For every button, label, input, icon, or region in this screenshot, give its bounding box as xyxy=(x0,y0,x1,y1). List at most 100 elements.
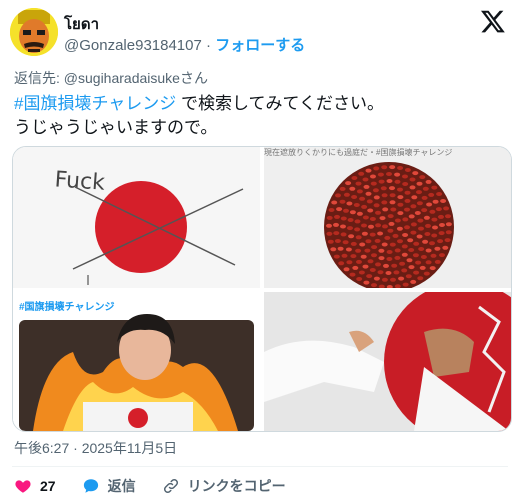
author-handle-line: @Gonzale93184107 · フォローする xyxy=(64,34,305,55)
insect-dot xyxy=(414,211,421,215)
insect-dot xyxy=(342,240,349,245)
like-count: 27 xyxy=(40,478,56,494)
insect-dot xyxy=(397,239,403,244)
insect-dot xyxy=(349,186,356,191)
insect-dot xyxy=(365,168,372,173)
media-caption-strip: 現在遮放りくかりにも過庭だ・#国旗損壊チャレンジ xyxy=(264,148,453,157)
heart-icon xyxy=(15,480,31,493)
copy-link-button[interactable]: リンクをコピー xyxy=(162,476,286,496)
insect-dot xyxy=(365,191,372,196)
like-button[interactable]: 27 xyxy=(14,477,56,495)
insect-dot xyxy=(336,207,343,212)
insect-dot xyxy=(436,192,443,196)
copy-link-label: リンクをコピー xyxy=(187,478,286,494)
insect-dot xyxy=(394,218,401,223)
divider xyxy=(12,466,508,467)
insect-dot xyxy=(356,189,363,194)
insect-dot xyxy=(361,204,368,209)
insect-dot xyxy=(343,208,349,213)
insect-dot xyxy=(394,248,401,253)
insect-dot xyxy=(362,177,369,182)
insect-dot xyxy=(424,232,431,236)
insect-dot xyxy=(429,209,436,214)
insect-dot xyxy=(425,179,432,184)
insect-dot xyxy=(402,182,409,186)
insect-dot xyxy=(417,218,424,223)
insect-dot xyxy=(338,261,345,266)
media-image-2[interactable]: 現在遮放りくかりにも過庭だ・#国旗損壊チャレンジ xyxy=(264,147,511,288)
insect-dot xyxy=(413,241,420,246)
hashtag-link[interactable]: #国旗損壊チャレンジ xyxy=(14,94,176,113)
insect-dot xyxy=(402,233,409,237)
timestamp[interactable]: 午後6:27 · 2025年11月5日 xyxy=(14,438,177,458)
insect-dot xyxy=(343,267,350,272)
insect-dot xyxy=(343,192,350,197)
author-display-name[interactable]: โยดา xyxy=(64,12,99,36)
insect-dot xyxy=(366,199,373,204)
insect-dot xyxy=(435,207,442,212)
insect-dot xyxy=(360,254,367,259)
follow-button[interactable]: フォローする xyxy=(215,37,305,54)
insect-dot xyxy=(442,245,449,250)
insect-dot xyxy=(421,195,428,200)
insect-dot xyxy=(418,247,425,251)
media-image-1[interactable]: Fuck xyxy=(13,147,260,288)
insect-dot xyxy=(423,215,430,220)
author-handle[interactable]: @Gonzale93184107 xyxy=(64,37,202,54)
insect-dot xyxy=(390,207,397,212)
insect-dot xyxy=(372,188,379,193)
media-grid: Fuck 現在遮放りくかりにも過庭だ・#国旗損壊チャレンジ #国旗損壊チャレンジ xyxy=(12,146,512,432)
insect-dot xyxy=(445,230,452,235)
insect-dot xyxy=(382,224,388,229)
insect-dot xyxy=(333,231,340,236)
insect-dot xyxy=(413,270,420,275)
insect-dot xyxy=(391,263,398,268)
insect-dot xyxy=(334,214,340,219)
insect-dot xyxy=(375,210,381,215)
insect-dot xyxy=(416,234,423,239)
insect-dot xyxy=(340,216,347,221)
insect-dot xyxy=(373,166,380,171)
insect-dot xyxy=(387,228,394,233)
insect-dot xyxy=(430,253,437,258)
insect-dot xyxy=(431,217,438,222)
insect-dot xyxy=(416,181,423,186)
insect-dot xyxy=(340,232,347,237)
insect-dot xyxy=(369,232,376,237)
insect-dot xyxy=(339,199,346,204)
insect-dot xyxy=(416,190,422,195)
insect-dot xyxy=(381,165,388,170)
insect-dot xyxy=(407,238,414,243)
avatar-image xyxy=(10,8,58,56)
insect-dot xyxy=(361,231,368,236)
insect-dot xyxy=(431,233,438,238)
insect-dot xyxy=(428,192,435,197)
insect-dot xyxy=(429,266,436,271)
tweet-text-segment: で検索してみてください。 xyxy=(176,94,384,113)
insect-dot xyxy=(408,248,415,252)
insect-dot xyxy=(394,172,401,177)
insect-dot xyxy=(366,274,373,279)
tweet-card: โยดา @Gonzale93184107 · フォローする 返信先: @sug… xyxy=(0,0,520,500)
insect-dot xyxy=(355,248,362,253)
insect-dot xyxy=(429,241,435,246)
insect-dot xyxy=(425,223,431,228)
reply-button[interactable]: 返信 xyxy=(82,476,136,496)
media-image-4[interactable] xyxy=(264,292,511,431)
media-image-3[interactable]: #国旗損壊チャレンジ xyxy=(13,292,260,431)
reply-icon xyxy=(83,479,98,493)
insect-dot xyxy=(349,272,356,277)
avatar[interactable] xyxy=(10,8,58,56)
x-logo-icon[interactable] xyxy=(480,8,506,34)
insect-dot xyxy=(434,246,441,251)
insect-dot xyxy=(377,231,384,236)
insect-dot xyxy=(337,246,344,251)
insect-dot xyxy=(445,214,451,219)
insect-dot xyxy=(350,254,357,259)
insect-dot xyxy=(339,186,346,191)
insect-dot xyxy=(381,277,388,282)
insect-dot xyxy=(404,168,411,172)
insect-dot xyxy=(410,279,417,284)
insect-dot xyxy=(340,224,346,229)
insect-dot xyxy=(367,208,374,213)
